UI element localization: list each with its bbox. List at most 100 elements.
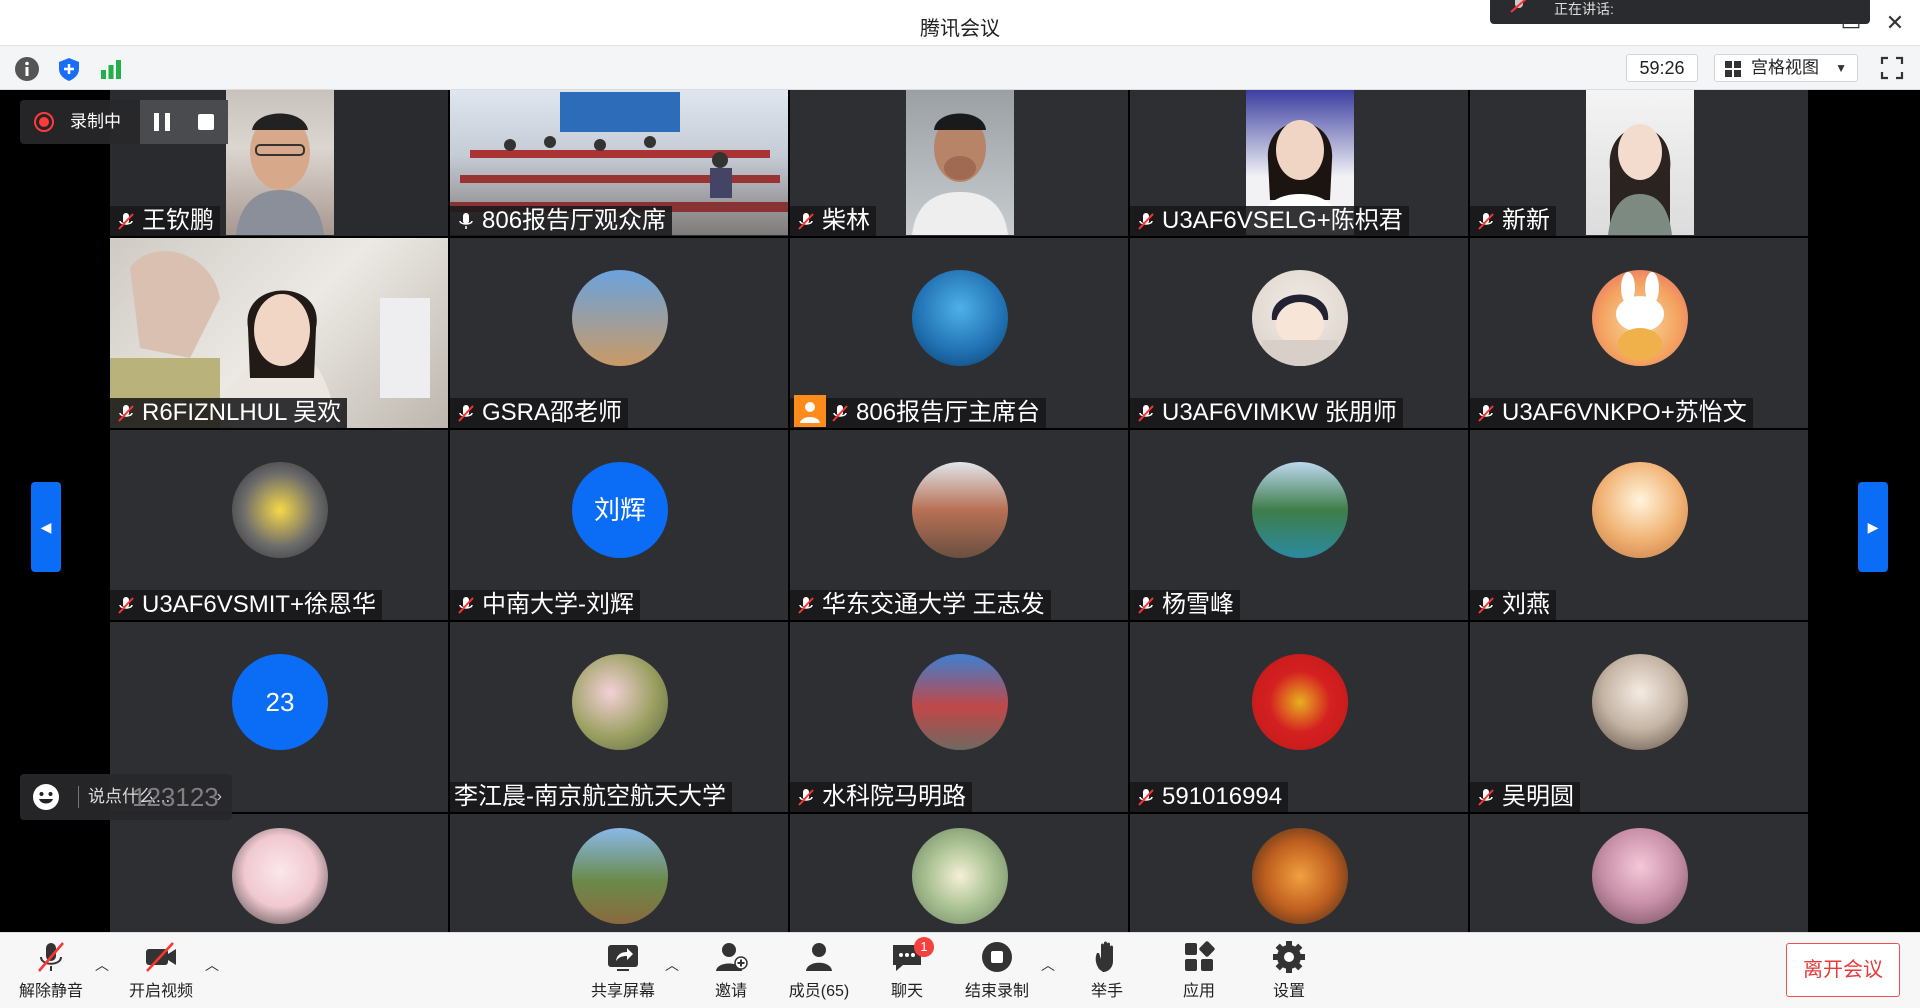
avatar: [1592, 654, 1688, 750]
fullscreen-icon[interactable]: [1880, 56, 1904, 80]
previous-page-button[interactable]: ◀: [31, 482, 61, 572]
close-button[interactable]: ✕: [1880, 8, 1910, 38]
camera-off-icon: [146, 942, 176, 972]
mic-on-icon: [459, 213, 473, 229]
next-page-button[interactable]: ▶: [1858, 482, 1888, 572]
meeting-info-bar: 59:26 宫格视图 ▼: [0, 46, 1920, 90]
audio-options-chevron-icon[interactable]: ︿: [92, 955, 112, 975]
avatar: [232, 462, 328, 558]
avatar: [912, 270, 1008, 366]
unmute-button[interactable]: 解除静音: [6, 939, 96, 1005]
meeting-timer: 59:26: [1626, 54, 1698, 82]
grid-view-icon: [1725, 61, 1741, 77]
participant-name-label: 591016994: [1130, 782, 1289, 812]
participant-name-label: 王钦鹏: [110, 206, 220, 236]
pause-recording-button[interactable]: [140, 100, 184, 144]
start-video-button[interactable]: 开启视频: [116, 939, 206, 1005]
meeting-toolbar: 解除静音 ︿ 开启视频 ︿ 共享屏幕 ︿ 邀请 成员(65) 聊天 1 结束录制…: [0, 932, 1920, 1008]
mic-muted-icon: [832, 405, 848, 422]
participant-tile[interactable]: U3AF6VNKPO+苏怡文: [1470, 238, 1808, 428]
end-recording-button[interactable]: 结束录制: [952, 939, 1042, 1005]
chat-button[interactable]: 聊天 1: [862, 937, 952, 1005]
participant-tile[interactable]: 806报告厅主席台: [790, 238, 1128, 428]
view-mode-dropdown[interactable]: 宫格视图 ▼: [1714, 54, 1858, 82]
title-bar: 腾讯会议 正在讲话: ▭ ✕: [0, 0, 1920, 46]
participant-tile[interactable]: 591016994: [1130, 622, 1468, 812]
record-options-chevron-icon[interactable]: ︿: [1038, 955, 1058, 975]
mic-muted-icon: [1138, 405, 1154, 422]
quick-chat-input[interactable]: 说点什么... 123123 ›: [20, 774, 232, 820]
speaking-indicator: 正在讲话:: [1490, 0, 1870, 24]
apps-button[interactable]: 应用: [1154, 939, 1244, 1005]
video-feed: [226, 90, 334, 235]
security-shield-icon[interactable]: [56, 56, 82, 82]
share-options-chevron-icon[interactable]: ︿: [662, 955, 682, 975]
chevron-right-icon[interactable]: ›: [217, 774, 222, 820]
participant-tile[interactable]: 杨雪峰: [1130, 430, 1468, 620]
info-icon[interactable]: [14, 56, 40, 82]
avatar: 23: [232, 654, 328, 750]
gear-icon: [1273, 941, 1305, 973]
avatar: [1252, 654, 1348, 750]
avatar: [1252, 270, 1348, 366]
video-options-chevron-icon[interactable]: ︿: [202, 955, 222, 975]
participant-name-label: 806报告厅观众席: [450, 206, 673, 236]
participant-name-label: 华东交通大学 王志发: [790, 590, 1051, 620]
participant-name-label: 李江晨-南京航空航天大学: [450, 782, 732, 812]
members-button[interactable]: 成员(65): [774, 939, 864, 1005]
invite-button[interactable]: 邀请: [686, 939, 776, 1005]
participant-tile[interactable]: 柴林: [790, 90, 1128, 236]
minimize-button[interactable]: ▭: [1836, 8, 1866, 38]
participant-tile[interactable]: [110, 814, 448, 932]
mic-muted-icon: [1510, 0, 1527, 13]
participant-name-label: 水科院马明路: [790, 782, 972, 812]
participant-tile[interactable]: [790, 814, 1128, 932]
participant-tile[interactable]: 水科院马明路: [790, 622, 1128, 812]
participant-tile[interactable]: 806报告厅观众席: [450, 90, 788, 236]
emoji-icon[interactable]: [32, 783, 60, 811]
participant-name-label: U3AF6VSMIT+徐恩华: [110, 590, 383, 620]
stop-recording-button[interactable]: [184, 100, 228, 144]
signal-strength-icon[interactable]: [98, 56, 124, 82]
participant-tile[interactable]: 新新: [1470, 90, 1808, 236]
participant-tile[interactable]: 刘燕: [1470, 430, 1808, 620]
participant-tile[interactable]: [1470, 814, 1808, 932]
avatar: [912, 654, 1008, 750]
participant-tile[interactable]: [1130, 814, 1468, 932]
chat-bubble-text: 123123: [132, 782, 219, 812]
speaking-label: 正在讲话:: [1554, 1, 1614, 17]
participant-tile[interactable]: 吴明圆: [1470, 622, 1808, 812]
mic-muted-icon: [1478, 405, 1494, 422]
stop-icon: [198, 114, 214, 130]
participant-tile[interactable]: [450, 814, 788, 932]
participant-tile[interactable]: GSRA邵老师: [450, 238, 788, 428]
participant-tile[interactable]: R6FIZNLHUL 吴欢: [110, 238, 448, 428]
unread-badge: 1: [914, 937, 934, 957]
participant-tile[interactable]: 华东交通大学 王志发: [790, 430, 1128, 620]
participant-name-label: 柴林: [790, 206, 876, 236]
settings-button[interactable]: 设置: [1244, 939, 1334, 1005]
share-screen-button[interactable]: 共享屏幕: [578, 939, 668, 1005]
participant-name-label: 806报告厅主席台: [790, 395, 1047, 428]
apps-icon: [1185, 941, 1215, 971]
participant-tile[interactable]: U3AF6VIMKW 张朋师: [1130, 238, 1468, 428]
participant-tile[interactable]: U3AF6VSELG+陈枳君: [1130, 90, 1468, 236]
video-feed: [906, 90, 1014, 235]
avatar: [912, 462, 1008, 558]
mic-muted-icon: [118, 213, 134, 230]
participant-tile[interactable]: 李江晨-南京航空航天大学: [450, 622, 788, 812]
leave-meeting-button[interactable]: 离开会议: [1786, 943, 1900, 997]
participant-name-label: R6FIZNLHUL 吴欢: [110, 398, 348, 428]
participant-tile[interactable]: 刘辉 中南大学-刘辉: [450, 430, 788, 620]
avatar: 刘辉: [572, 462, 668, 558]
avatar: [1592, 270, 1688, 366]
participant-name-label: U3AF6VIMKW 张朋师: [1130, 398, 1403, 428]
mic-muted-icon: [118, 597, 134, 614]
mic-muted-icon: [458, 597, 474, 614]
mic-muted-icon: [1138, 597, 1154, 614]
raise-hand-button[interactable]: 举手: [1062, 939, 1152, 1005]
participant-name-label: GSRA邵老师: [450, 398, 629, 428]
participant-tile[interactable]: U3AF6VSMIT+徐恩华: [110, 430, 448, 620]
mic-muted-icon: [118, 405, 134, 422]
share-screen-icon: [608, 945, 638, 971]
